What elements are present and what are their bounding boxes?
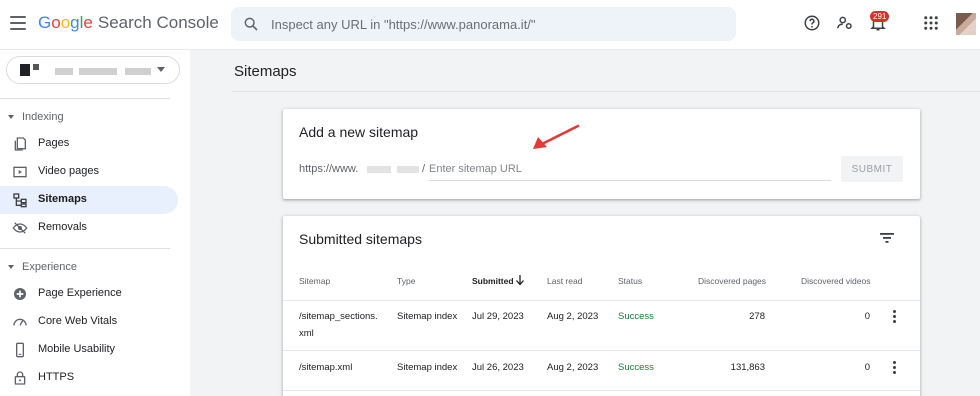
sidebar-item-label: Pages: [38, 137, 70, 149]
sidebar-item-sitemaps[interactable]: Sitemaps: [0, 186, 178, 214]
app-logo[interactable]: Google Search Console: [38, 13, 219, 33]
property-name-redacted: [55, 68, 73, 75]
video-pages-icon: [13, 166, 27, 178]
search-icon: [244, 17, 258, 31]
domain-redacted: [367, 166, 391, 173]
last-read-date: Aug 2, 2023: [547, 311, 599, 322]
sidebar: Indexing Pages Video pages Sitemaps Remo…: [0, 50, 190, 396]
removals-icon: [12, 222, 28, 234]
users-settings-icon[interactable]: [836, 14, 854, 32]
search-input[interactable]: [271, 7, 721, 41]
sitemap-path-continued[interactable]: xml: [299, 328, 314, 339]
divider: [0, 98, 170, 99]
more-vert-icon[interactable]: [893, 361, 897, 375]
https-lock-icon: [14, 371, 26, 385]
sidebar-item-label: Page Experience: [38, 287, 122, 299]
page-experience-icon: [14, 288, 26, 300]
section-indexing[interactable]: Indexing: [22, 111, 64, 123]
sidebar-item-removals[interactable]: Removals: [0, 214, 178, 242]
sitemap-type: Sitemap index: [397, 362, 458, 373]
sidebar-item-pages[interactable]: Pages: [0, 130, 178, 158]
submitted-date: Jul 26, 2023: [472, 362, 524, 373]
add-sitemap-title: Add a new sitemap: [299, 124, 419, 140]
column-header-last-read[interactable]: Last read: [547, 276, 582, 286]
discovered-pages-count: 278: [749, 311, 765, 322]
property-selector[interactable]: [6, 56, 180, 84]
core-web-vitals-icon: [13, 318, 27, 326]
column-header-submitted[interactable]: Submitted: [472, 276, 514, 286]
divider: [232, 91, 980, 92]
discovered-videos-count: 0: [864, 311, 870, 322]
sidebar-item-label: Mobile Usability: [38, 343, 116, 355]
discovered-videos-count: 0: [864, 362, 870, 373]
last-read-date: Aug 2, 2023: [547, 362, 599, 373]
sitemap-path[interactable]: /sitemap_sections.: [299, 311, 378, 322]
collapse-caret-icon[interactable]: [8, 265, 14, 269]
sitemap-type: Sitemap index: [397, 311, 458, 322]
url-prefix: https://www.: [299, 163, 359, 175]
sidebar-item-label: Removals: [38, 221, 87, 233]
sidebar-item-label: HTTPS: [38, 371, 75, 383]
mobile-usability-icon: [16, 342, 24, 358]
sitemaps-icon: [13, 193, 27, 208]
product-name: Search Console: [97, 13, 219, 32]
sitemap-path[interactable]: /sitemap.xml: [299, 362, 352, 373]
column-header-status[interactable]: Status: [618, 276, 642, 286]
chevron-down-icon: [157, 67, 165, 72]
status-badge: Success: [618, 311, 654, 322]
column-header-discovered-pages[interactable]: Discovered pages: [698, 276, 766, 286]
divider: [283, 300, 920, 301]
sidebar-item-core-web-vitals[interactable]: Core Web Vitals: [0, 308, 178, 336]
menu-icon[interactable]: [10, 16, 26, 30]
property-favicon: [20, 64, 30, 76]
page-title: Sitemaps: [234, 63, 297, 80]
submitted-sitemaps-title: Submitted sitemaps: [299, 231, 422, 247]
filter-icon[interactable]: [879, 231, 895, 245]
section-experience[interactable]: Experience: [22, 261, 77, 273]
top-app-bar: GoogleSearch Console 291: [0, 0, 980, 50]
pages-icon: [14, 137, 26, 151]
sitemap-url-input[interactable]: [429, 157, 831, 181]
sidebar-item-page-experience[interactable]: Page Experience: [0, 280, 178, 308]
sidebar-item-video-pages[interactable]: Video pages: [0, 158, 178, 186]
avatar[interactable]: [956, 13, 976, 35]
url-inspection-search[interactable]: [231, 7, 736, 41]
apps-icon[interactable]: [922, 14, 940, 32]
column-header-discovered-videos[interactable]: Discovered videos: [801, 276, 870, 286]
submitted-sitemaps-card: Submitted sitemaps Sitemap Type Submitte…: [283, 216, 920, 396]
sort-arrow-icon[interactable]: [515, 274, 525, 286]
sidebar-item-https[interactable]: HTTPS: [0, 364, 178, 392]
divider: [283, 350, 920, 351]
annotation-arrow: [533, 124, 580, 149]
divider: [0, 248, 170, 249]
help-icon[interactable]: [803, 14, 821, 32]
divider: [283, 390, 920, 391]
more-vert-icon[interactable]: [893, 310, 897, 324]
sidebar-item-label: Core Web Vitals: [38, 315, 118, 327]
notification-badge: 291: [870, 11, 890, 22]
submitted-date: Jul 29, 2023: [472, 311, 524, 322]
status-badge: Success: [618, 362, 654, 373]
column-header-type[interactable]: Type: [397, 276, 415, 286]
sidebar-item-label: Sitemaps: [38, 193, 87, 205]
column-header-sitemap[interactable]: Sitemap: [299, 276, 330, 286]
sidebar-item-label: Video pages: [38, 165, 99, 177]
submit-button[interactable]: SUBMIT: [841, 156, 903, 182]
collapse-caret-icon[interactable]: [8, 115, 14, 119]
discovered-pages-count: 131,863: [730, 362, 765, 373]
sidebar-item-mobile-usability[interactable]: Mobile Usability: [0, 336, 178, 364]
url-slash: /: [422, 163, 426, 175]
add-sitemap-card: Add a new sitemap https://www. / SUBMIT: [283, 109, 920, 199]
